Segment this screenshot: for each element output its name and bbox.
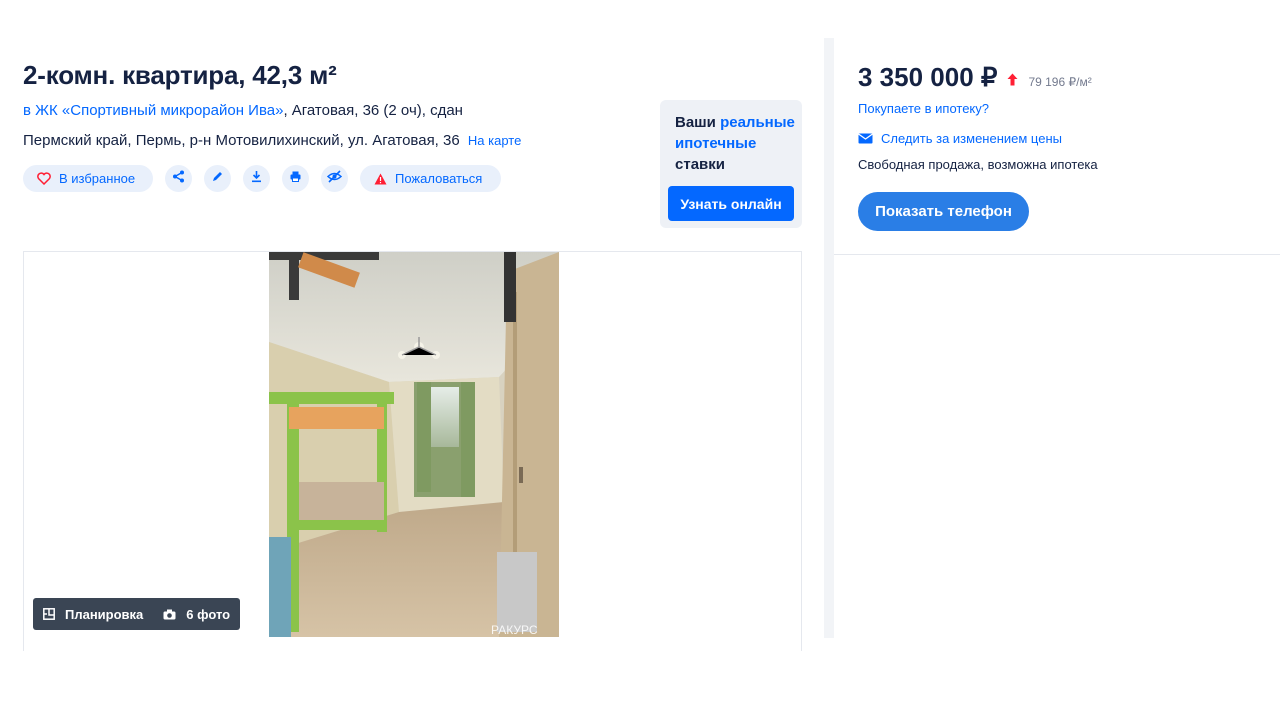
hide-button[interactable] [321, 165, 348, 192]
mortgage-text-suffix: ставки [675, 156, 725, 173]
follow-price-link[interactable]: Следить за изменением цены [858, 131, 1062, 146]
layout-button[interactable]: Планировка [43, 607, 143, 622]
gallery-controls: Планировка 6 фото [33, 598, 240, 630]
share-icon [172, 170, 185, 188]
column-divider [824, 38, 834, 638]
photo-gallery[interactable]: РАКУРС Планировка 6 фото [23, 251, 802, 651]
photos-label: 6 фото [186, 606, 231, 622]
address-line: Пермский край, Пермь, р-н Мотовилихински… [23, 132, 521, 149]
print-icon [289, 170, 302, 188]
mortgage-promo: Ваши реальные ипотечные ставки Узнать он… [660, 100, 802, 228]
price-per-m2: 79 196 ₽/м² [1028, 75, 1092, 89]
photos-button[interactable]: 6 фото [163, 607, 230, 622]
download-icon [250, 170, 263, 188]
learn-online-button[interactable]: Узнать онлайн [668, 186, 794, 221]
complex-line: в ЖК «Спортивный микрорайон Ива», Агатов… [23, 102, 463, 119]
mortgage-question-link[interactable]: Покупаете в ипотеку? [858, 101, 989, 116]
price-panel: 3 350 000 ₽ 79 196 ₽/м² Покупаете в ипот… [834, 38, 1280, 255]
heart-icon [37, 172, 51, 185]
favorite-button[interactable]: В избранное [23, 165, 153, 192]
price-row: 3 350 000 ₽ 79 196 ₽/м² [858, 62, 1092, 93]
hide-icon [326, 169, 343, 188]
listing-main: 2-комн. квартира, 42,3 м² в ЖК «Спортивн… [0, 0, 824, 720]
layout-label: Планировка [65, 606, 144, 622]
mortgage-text-prefix: Ваши [675, 114, 721, 131]
follow-price-label: Следить за изменением цены [881, 131, 1062, 146]
price-up-arrow-icon[interactable] [1007, 73, 1018, 89]
price-value: 3 350 000 ₽ [858, 62, 998, 92]
complain-button[interactable]: Пожаловаться [360, 165, 501, 192]
complex-details: , Агатовая, 36 (2 оч), сдан [283, 102, 463, 119]
complex-link[interactable]: в ЖК «Спортивный микрорайон Ива» [23, 102, 283, 119]
main-photo[interactable]: РАКУРС [269, 252, 559, 637]
address-text: Пермский край, Пермь, р-н Мотовилихински… [23, 132, 460, 149]
envelope-icon [858, 133, 873, 144]
show-phone-button[interactable]: Показать телефон [858, 192, 1029, 231]
camera-icon [163, 609, 176, 620]
edit-icon [211, 170, 224, 188]
room-photo-image: РАКУРС [269, 252, 559, 637]
mortgage-promo-text: Ваши реальные ипотечные ставки [675, 112, 800, 175]
action-bar: В избранное Пожаловаться [23, 165, 501, 192]
floorplan-icon [43, 608, 55, 620]
print-button[interactable] [282, 165, 309, 192]
share-button[interactable] [165, 165, 192, 192]
map-link[interactable]: На карте [468, 133, 521, 148]
favorite-label: В избранное [59, 171, 136, 186]
sale-type: Свободная продажа, возможна ипотека [858, 157, 1098, 172]
complain-label: Пожаловаться [395, 171, 483, 186]
download-button[interactable] [243, 165, 270, 192]
page-title: 2-комн. квартира, 42,3 м² [23, 60, 337, 90]
watermark-text: РАКУРС [491, 623, 538, 637]
warning-icon [374, 173, 387, 185]
edit-button[interactable] [204, 165, 231, 192]
